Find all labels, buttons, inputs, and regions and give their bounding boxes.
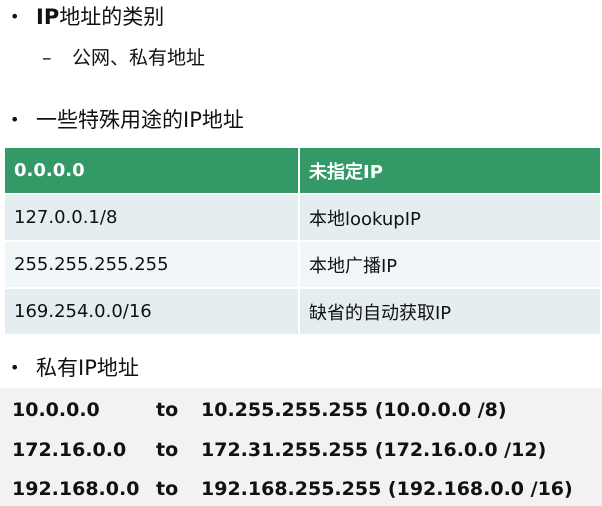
bullet-text: 一些特殊用途的IP地址 bbox=[36, 108, 244, 132]
table-cell-address: 127.0.0.1/8 bbox=[5, 194, 300, 242]
table-cell-meaning: 本地lookupIP bbox=[299, 194, 602, 242]
range-end: 192.168.255.255 (192.168.0.0 /16) bbox=[201, 478, 573, 500]
table-header-cell-address: 0.0.0.0 bbox=[5, 148, 300, 195]
sub-bullet-text: 公网、私有地址 bbox=[72, 47, 206, 69]
sub-bullet-public-private: – 公网、私有地址 bbox=[42, 46, 205, 70]
private-ranges-block: 10.0.0.0 to 10.255.255.255 (10.0.0.0 /8)… bbox=[0, 388, 602, 506]
table-header-cell-meaning: 未指定IP bbox=[299, 148, 602, 195]
range-end: 172.31.255.255 (172.16.0.0 /12) bbox=[201, 439, 547, 461]
sub-bullet-dash: – bbox=[42, 47, 52, 69]
table-header-row: 0.0.0.0 未指定IP bbox=[5, 148, 602, 195]
bullet-text-bold: IP bbox=[36, 5, 60, 29]
bullet-dot: • bbox=[10, 7, 20, 26]
range-start: 172.16.0.0 bbox=[12, 439, 127, 461]
range-to-word: to bbox=[156, 478, 179, 500]
range-to-word: to bbox=[156, 439, 179, 461]
table-cell-meaning: 缺省的自动获取IP bbox=[299, 288, 602, 336]
bullet-dot: • bbox=[10, 358, 20, 377]
table-row: 169.254.0.0/16 缺省的自动获取IP bbox=[5, 288, 602, 336]
bullet-private-ip-addresses: • 私有IP地址 bbox=[10, 355, 139, 381]
range-end: 10.255.255.255 (10.0.0.0 /8) bbox=[201, 399, 507, 421]
table-cell-meaning: 本地广播IP bbox=[299, 241, 602, 289]
range-to-word: to bbox=[156, 399, 179, 421]
bullet-ip-address-classes: • IP地址的类别 bbox=[10, 4, 164, 30]
bullet-text: 地址的类别 bbox=[59, 5, 165, 29]
bullet-text: 私有IP地址 bbox=[36, 356, 139, 380]
bullet-dot: • bbox=[10, 110, 20, 129]
range-start: 192.168.0.0 bbox=[12, 478, 140, 500]
table-row: 255.255.255.255 本地广播IP bbox=[5, 241, 602, 289]
range-start: 10.0.0.0 bbox=[12, 399, 100, 421]
special-ip-table: 0.0.0.0 未指定IP 127.0.0.1/8 本地lookupIP 255… bbox=[5, 148, 602, 336]
bullet-special-ip-addresses: • 一些特殊用途的IP地址 bbox=[10, 107, 244, 133]
table-cell-address: 255.255.255.255 bbox=[5, 241, 300, 289]
table-row: 127.0.0.1/8 本地lookupIP bbox=[5, 194, 602, 242]
table-cell-address: 169.254.0.0/16 bbox=[5, 288, 300, 336]
